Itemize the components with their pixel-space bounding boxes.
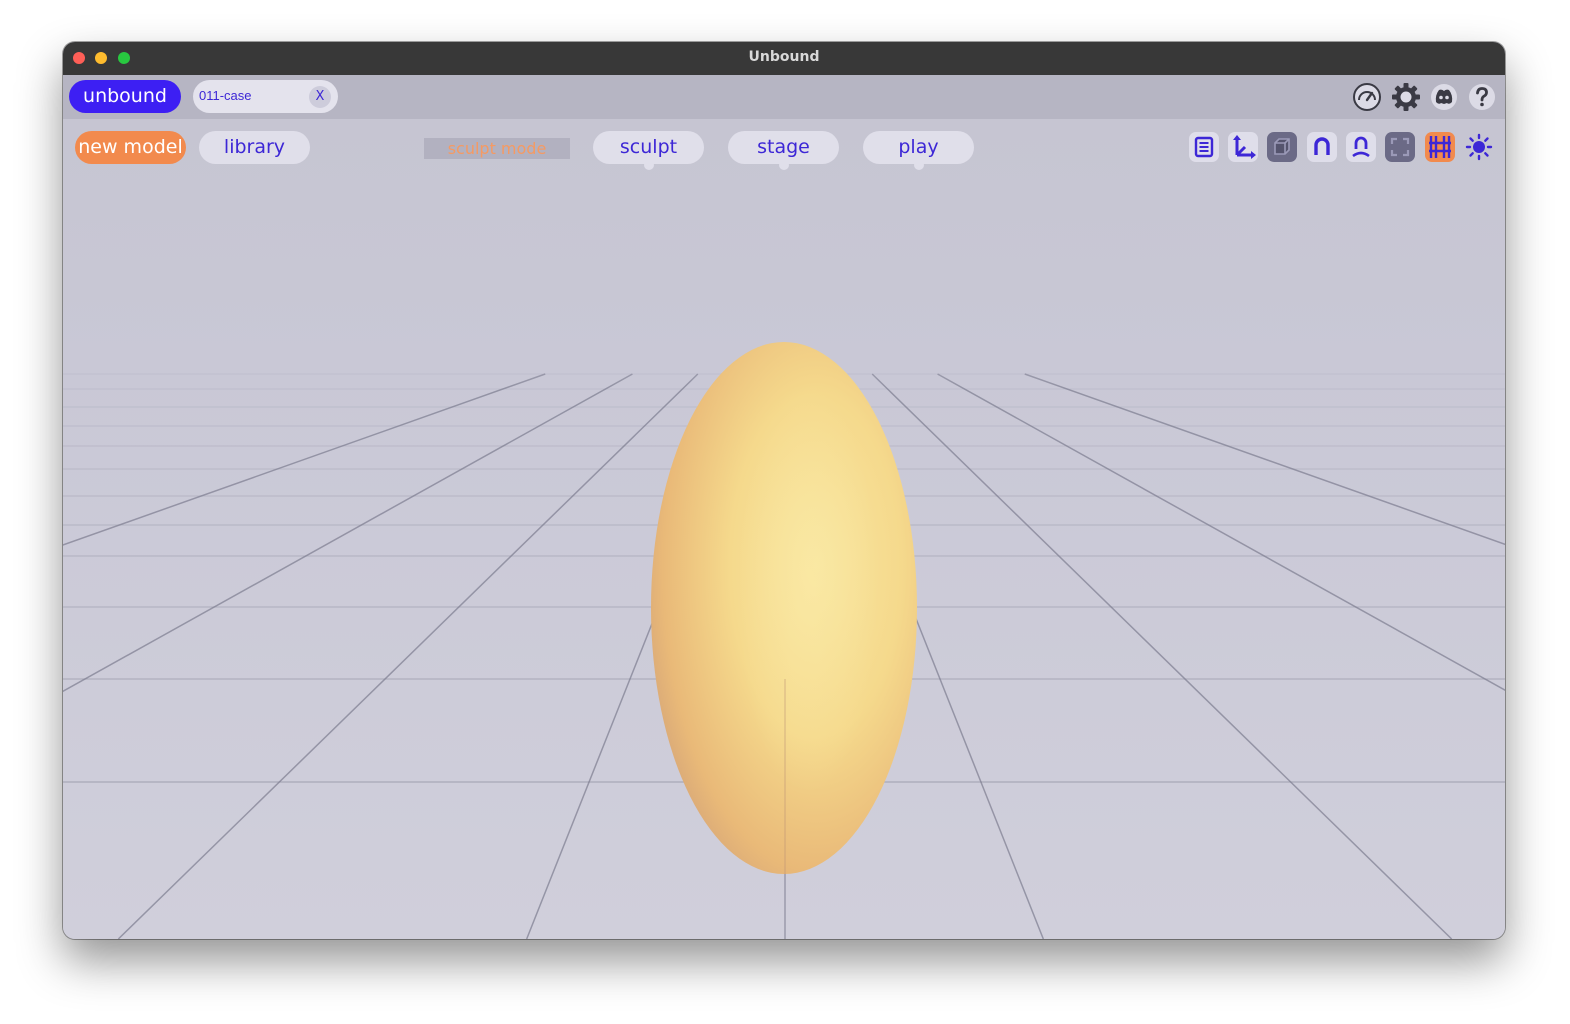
tab-play-indicator bbox=[913, 160, 924, 170]
viewport-scene[interactable] bbox=[63, 119, 1505, 939]
tab-sculpt-label: sculpt bbox=[619, 136, 678, 158]
tab-bar: unbound 011-case X bbox=[63, 75, 1505, 119]
grid-toggle-icon[interactable] bbox=[1425, 132, 1455, 162]
axes-gizmo-icon[interactable] bbox=[1228, 132, 1258, 162]
library-button[interactable]: library bbox=[199, 131, 310, 164]
tab-stage-indicator bbox=[778, 160, 789, 170]
magnet-snap-icon[interactable] bbox=[1307, 132, 1337, 162]
mode-label: sculpt mode bbox=[424, 138, 570, 159]
sculpt-model-highlight bbox=[738, 384, 878, 794]
grid-line bbox=[1024, 373, 1505, 546]
grid-line bbox=[63, 373, 633, 693]
tab-sculpt-indicator bbox=[643, 160, 654, 170]
grid-line bbox=[63, 373, 546, 546]
grid-line bbox=[117, 373, 699, 939]
performance-gauge-icon[interactable] bbox=[1352, 82, 1382, 112]
lighting-sun-icon[interactable] bbox=[1464, 132, 1494, 162]
tab-play[interactable]: play bbox=[863, 131, 974, 170]
discord-icon[interactable] bbox=[1429, 82, 1459, 112]
3d-viewport[interactable]: new model library sculpt mode sculpt sta… bbox=[63, 119, 1505, 939]
grid-line bbox=[937, 373, 1505, 692]
grid-line bbox=[871, 373, 1453, 939]
settings-gear-icon[interactable] bbox=[1391, 82, 1421, 112]
help-icon[interactable] bbox=[1467, 82, 1497, 112]
tab-sculpt[interactable]: sculpt bbox=[593, 131, 704, 170]
magnet-person-icon[interactable] bbox=[1346, 132, 1376, 162]
title-bar: Unbound bbox=[63, 42, 1505, 76]
window-title: Unbound bbox=[748, 49, 820, 65]
new-model-button[interactable]: new model bbox=[75, 131, 186, 164]
document-tab-name: 011-case bbox=[199, 88, 252, 103]
solid-shading-cube-icon[interactable] bbox=[1267, 132, 1297, 162]
tab-stage-label: stage bbox=[757, 136, 810, 158]
tab-stage[interactable]: stage bbox=[728, 131, 839, 170]
document-tab[interactable]: 011-case X bbox=[193, 80, 338, 113]
fullscreen-frame-icon[interactable] bbox=[1385, 132, 1415, 162]
close-tab-button[interactable]: X bbox=[309, 86, 331, 108]
app-window: Unbound unbound 011-case X new model lib… bbox=[63, 42, 1505, 939]
outliner-list-icon[interactable] bbox=[1189, 132, 1219, 162]
tab-play-label: play bbox=[898, 136, 939, 158]
unbound-home-button[interactable]: unbound bbox=[69, 80, 181, 113]
